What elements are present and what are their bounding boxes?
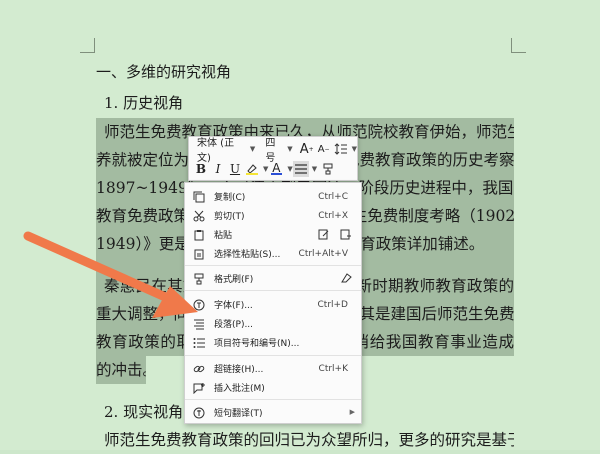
font-color-bar bbox=[270, 172, 282, 175]
shrink-font-icon: A bbox=[317, 143, 325, 155]
menu-item-paste-special[interactable]: 选择性粘贴(S)... Ctrl+Alt+V bbox=[185, 244, 361, 263]
crop-mark-top-left bbox=[80, 38, 95, 53]
minus-icon: − bbox=[324, 145, 330, 153]
subsection-heading-reality: 2. 现实视角 bbox=[104, 403, 184, 421]
menu-separator bbox=[185, 290, 361, 291]
toolbar-row-format: B I U ▼ A ▼ ▼ bbox=[193, 159, 337, 179]
line-spacing-icon bbox=[334, 143, 347, 155]
menu-label: 复制(C) bbox=[214, 193, 246, 203]
menu-label: 选择性粘贴(S)... bbox=[214, 250, 281, 260]
crop-mark-top-right bbox=[511, 38, 526, 53]
submenu-arrow-icon: ▶ bbox=[349, 408, 355, 416]
underline-button[interactable]: U bbox=[227, 161, 243, 177]
menu-item-translate[interactable]: 短句翻译(T) ▶ bbox=[185, 403, 361, 422]
chevron-down-icon: ▼ bbox=[311, 165, 318, 173]
menu-shortcut: Ctrl+D bbox=[317, 299, 349, 310]
chevron-down-icon: ▼ bbox=[287, 145, 293, 153]
font-circle-icon bbox=[192, 298, 206, 312]
menu-label: 超链接(H)... bbox=[214, 365, 264, 375]
menu-item-cut[interactable]: 剪切(T) Ctrl+X bbox=[185, 206, 361, 225]
menu-separator bbox=[185, 399, 361, 400]
menu-item-hyperlink[interactable]: 超链接(H)... Ctrl+K bbox=[185, 359, 361, 378]
format-painter-icon bbox=[323, 163, 333, 175]
translate-icon bbox=[192, 406, 206, 420]
menu-shortcut: Ctrl+Alt+V bbox=[298, 248, 348, 259]
grow-font-icon: A bbox=[299, 141, 309, 157]
chevron-down-icon: ▼ bbox=[249, 145, 256, 153]
plus-icon: + bbox=[308, 145, 314, 153]
line-spacing-button[interactable] bbox=[333, 141, 349, 157]
menu-label: 剪切(T) bbox=[214, 212, 245, 222]
clear-format-icon[interactable] bbox=[339, 271, 353, 285]
menu-item-insert-comment[interactable]: 插入批注(M) bbox=[185, 378, 361, 397]
mini-format-toolbar: 宋体 (正文) ▼ 四号 ▼ A + A − ▼ B I U ▼ A ▼ ▼ bbox=[188, 136, 358, 181]
context-menu: 复制(C) Ctrl+C 剪切(T) Ctrl+X 粘贴 选择性粘贴(S)...… bbox=[184, 182, 362, 424]
bold-button[interactable]: B bbox=[193, 161, 209, 177]
italic-button[interactable]: I bbox=[210, 161, 226, 177]
paragraph-icon bbox=[192, 317, 206, 331]
scissors-icon bbox=[192, 209, 206, 223]
menu-shortcut: Ctrl+K bbox=[318, 363, 348, 374]
font-color-button[interactable]: A bbox=[268, 161, 284, 177]
format-painter-icon bbox=[192, 272, 206, 286]
section-heading: 一、多维的研究视角 bbox=[96, 63, 232, 81]
menu-label: 段落(P)... bbox=[214, 320, 254, 330]
chevron-down-icon: ▼ bbox=[351, 145, 358, 153]
menu-separator bbox=[185, 265, 361, 266]
align-justify-icon bbox=[294, 164, 307, 174]
selected-text-line[interactable]: 的冲击。 bbox=[96, 356, 146, 384]
align-button[interactable] bbox=[292, 161, 309, 177]
menu-label: 短句翻译(T) bbox=[214, 409, 263, 419]
font-size-select[interactable]: 四号 ▼ bbox=[261, 138, 296, 164]
format-painter-button[interactable] bbox=[320, 161, 336, 177]
menu-item-bullets-numbering[interactable]: 项目符号和编号(N)... bbox=[185, 333, 361, 352]
menu-separator bbox=[185, 355, 361, 356]
menu-item-paragraph[interactable]: 段落(P)... bbox=[185, 314, 361, 333]
highlight-button[interactable] bbox=[244, 161, 260, 177]
link-icon bbox=[192, 362, 206, 376]
toolbar-row-font: 宋体 (正文) ▼ 四号 ▼ A + A − ▼ bbox=[193, 138, 358, 164]
menu-shortcut: Ctrl+C bbox=[318, 191, 348, 202]
menu-label: 字体(F)... bbox=[214, 301, 253, 311]
paste-keep-format-icon[interactable] bbox=[317, 227, 331, 241]
menu-item-copy[interactable]: 复制(C) Ctrl+C bbox=[185, 187, 361, 206]
font-name-select[interactable]: 宋体 (正文) ▼ bbox=[193, 138, 259, 164]
font-color-icon: A bbox=[272, 160, 281, 175]
menu-label: 插入批注(M) bbox=[214, 384, 265, 394]
menu-item-paste[interactable]: 粘贴 bbox=[185, 225, 361, 244]
menu-item-format-painter[interactable]: 格式刷(F) bbox=[185, 269, 361, 288]
clipboard-icon bbox=[192, 228, 206, 242]
shrink-font-button[interactable]: A − bbox=[316, 141, 332, 157]
grow-font-button[interactable]: A + bbox=[299, 141, 315, 157]
bullet-list-icon bbox=[192, 336, 206, 350]
subsection-heading-history: 1. 历史视角 bbox=[104, 94, 184, 112]
comment-icon bbox=[192, 381, 206, 395]
copy-icon bbox=[192, 190, 206, 204]
menu-shortcut: Ctrl+X bbox=[318, 210, 348, 221]
menu-label: 项目符号和编号(N)... bbox=[214, 339, 300, 349]
highlighter-icon bbox=[246, 164, 258, 175]
paste-special-icon bbox=[192, 247, 206, 261]
menu-item-font[interactable]: 字体(F)... Ctrl+D bbox=[185, 295, 361, 314]
paste-text-only-icon[interactable] bbox=[339, 227, 353, 241]
